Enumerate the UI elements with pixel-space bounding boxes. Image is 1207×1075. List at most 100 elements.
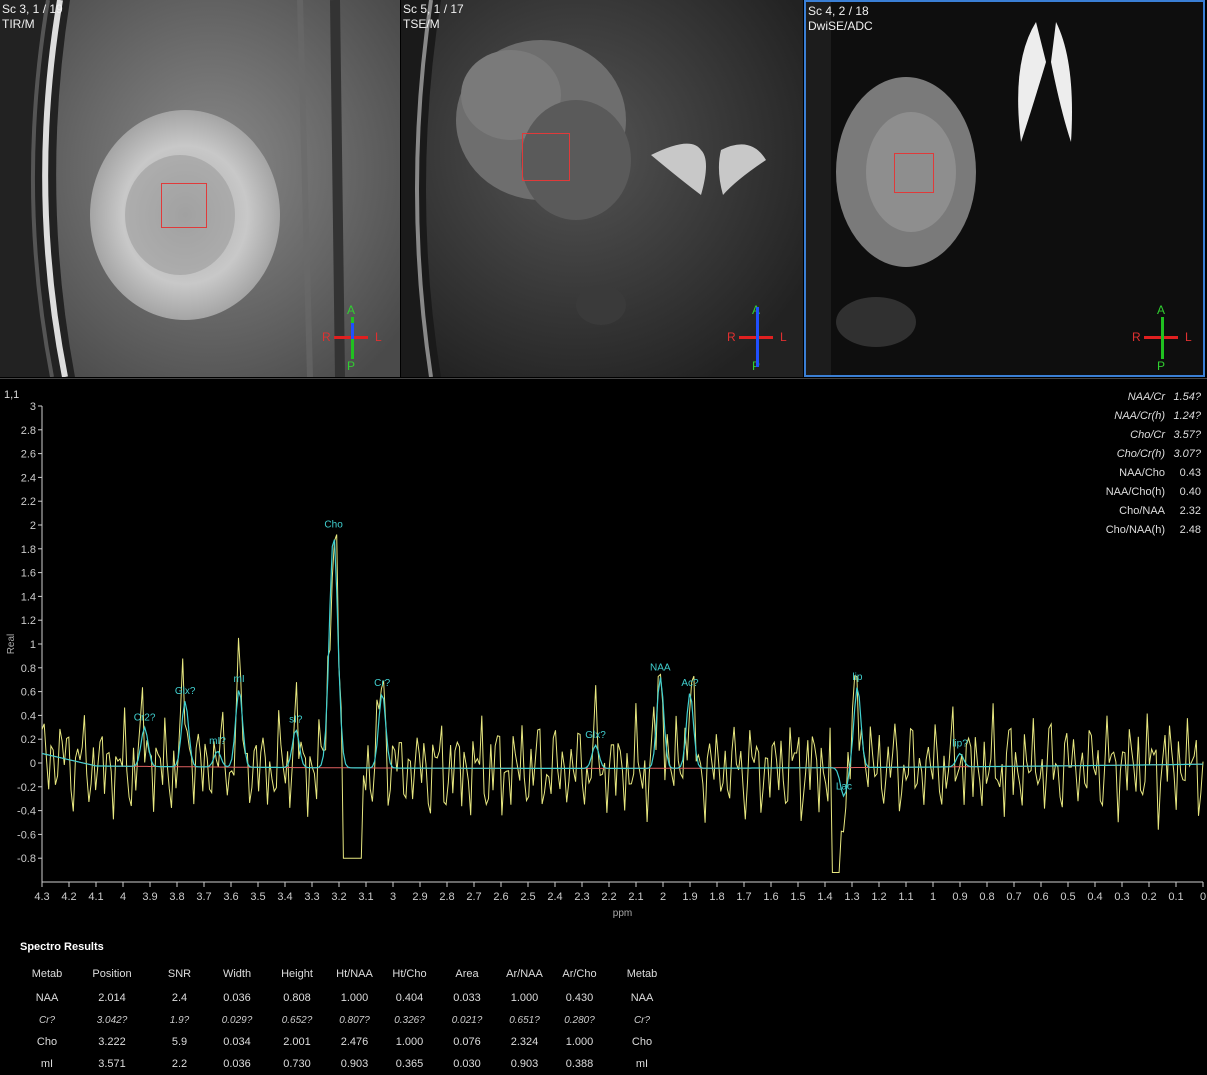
peak-label[interactable]: Ac?: [681, 678, 699, 689]
x-tick-label: 0.1: [1168, 891, 1183, 903]
orient-right: R: [1132, 330, 1141, 344]
y-tick-label: 2.2: [21, 496, 36, 508]
spectrum-plot[interactable]: 1,1 3 2.8 2.6 2.4 2.2 2 1.8 1.6 1.4 1.2 1 0.8 0.6 0.4…: [0, 380, 1207, 920]
ratio-name: NAA/Cr(h): [1114, 410, 1165, 422]
x-tick-label: 1.4: [817, 891, 832, 903]
table-cell: 0.652?: [281, 1014, 313, 1026]
ratio-list: NAA/Cr 1.54? NAA/Cr(h) 1.24? Cho/Cr 3.57? Cho/…: [1075, 388, 1201, 540]
orientation-cross: A P R L: [322, 303, 382, 373]
viewer-sequence-label: TIR/M: [2, 17, 35, 31]
ratio-value: 2.32: [1179, 505, 1201, 517]
y-tick-label: 1.2: [21, 615, 36, 627]
table-cell: 0.388: [565, 1058, 594, 1070]
table-cell: 0.280?: [564, 1014, 595, 1026]
table-cell: 0.730: [283, 1058, 311, 1070]
x-tick-label: 2.7: [466, 891, 481, 903]
x-tick-label: 2.1: [628, 891, 643, 903]
peak-label[interactable]: lip: [852, 672, 862, 683]
x-tick-label: 1: [930, 891, 936, 903]
voxel-roi[interactable]: [161, 183, 207, 228]
x-tick-label: 2.4: [547, 891, 562, 903]
x-tick-label: 0.9: [952, 891, 967, 903]
table-cell: 0.034: [223, 1036, 251, 1048]
x-tick-label: 2.5: [520, 891, 535, 903]
y-tick-label: 0.8: [21, 663, 36, 675]
column-header: Width: [222, 968, 252, 980]
table-cell: 0.903: [510, 1058, 539, 1070]
viewer-series-label: Sc 3, 1 / 19: [2, 2, 63, 16]
x-tick-label: 1.1: [898, 891, 913, 903]
peak-label[interactable]: Cr2?: [134, 712, 156, 723]
ratio-value: 0.43: [1179, 467, 1201, 479]
table-cell: 0.365: [395, 1058, 424, 1070]
peak-label[interactable]: mI?: [209, 736, 226, 747]
x-tick-label: 0.2: [1141, 891, 1156, 903]
ratio-name: NAA/Cr: [1127, 391, 1165, 403]
table-cell: 0.029?: [221, 1014, 253, 1026]
x-tick-label: 3.4: [277, 891, 292, 903]
peak-label[interactable]: mI: [234, 674, 245, 685]
ratio-value: 1.24?: [1173, 410, 1201, 422]
y-tick-label: 2.4: [21, 472, 36, 484]
table-cell: 0.807?: [339, 1014, 370, 1026]
x-tick-label: 2.2: [601, 891, 616, 903]
ratio-value: 1.54?: [1173, 391, 1201, 403]
results-table: Metab Position SNR Width Height Ht/NAA Ht/Cho A…: [22, 967, 677, 1075]
orient-posterior: P: [1157, 359, 1166, 373]
viewer-tir[interactable]: Sc 3, 1 / 19 TIR/M A P R L: [0, 0, 400, 377]
table-cell: 0.036: [223, 1058, 251, 1070]
ratio-row: Cho/NAA(h) 2.48: [1075, 521, 1201, 540]
peak-label[interactable]: Cho: [324, 520, 343, 531]
y-tick-label: 0: [30, 758, 36, 770]
peak-label[interactable]: Cr?: [374, 678, 391, 689]
table-cell: 3.042?: [96, 1014, 128, 1026]
viewer-tse[interactable]: Sc 5, 1 / 17 TSE/M A P R L: [401, 0, 803, 377]
ratio-row: Cho/Cr 3.57?: [1075, 426, 1201, 445]
orient-v-axis: [1161, 317, 1164, 359]
y-tick-label: 2.8: [21, 425, 36, 437]
x-tick-label: 3.9: [142, 891, 157, 903]
y-tick-label: 0.6: [21, 687, 36, 699]
peak-label[interactable]: sI?: [289, 715, 303, 726]
column-header: Area: [455, 968, 479, 980]
table-cell: 1.000: [340, 992, 369, 1004]
orient-depth-axis: [351, 323, 354, 339]
column-header: Position: [92, 968, 132, 980]
x-tick-label: 4.3: [34, 891, 49, 903]
ratio-row: NAA/Cr(h) 1.24?: [1075, 407, 1201, 426]
y-tick-label: 2: [30, 520, 36, 532]
results-title: Spectro Results: [20, 941, 104, 953]
x-tick-label: 0.3: [1114, 891, 1129, 903]
x-tick-label: 1.3: [844, 891, 859, 903]
ratio-value: 3.07?: [1173, 448, 1201, 460]
orient-right: R: [727, 330, 736, 344]
table-cell: 0.903: [340, 1058, 369, 1070]
viewer-info: Sc 3, 1 / 19 TIR/M: [2, 2, 63, 32]
orient-right: R: [322, 330, 331, 344]
x-tick-label: 1.7: [736, 891, 751, 903]
y-tick-label: 1: [30, 639, 36, 651]
peak-label[interactable]: Glx?: [585, 730, 606, 741]
voxel-roi[interactable]: [522, 133, 570, 181]
x-tick-label: 3: [390, 891, 396, 903]
x-tick-label: 1.5: [790, 891, 805, 903]
orient-anterior: A: [1157, 303, 1166, 317]
x-tick-label: 1.6: [763, 891, 778, 903]
voxel-roi[interactable]: [894, 153, 934, 193]
orientation-cross: A P R L: [1132, 303, 1192, 373]
peak-label[interactable]: NAA: [650, 662, 671, 673]
viewer-adc[interactable]: Sc 4, 2 / 18 DwiSE/ADC A P R L: [804, 0, 1205, 377]
peak-label[interactable]: Lac: [836, 781, 852, 792]
peak-label[interactable]: lip?: [952, 738, 968, 749]
table-cell: 2.324: [510, 1036, 539, 1048]
table-cell: mI: [40, 1058, 54, 1070]
column-header: Height: [281, 968, 313, 980]
table-cell: NAA: [35, 992, 59, 1004]
viewer-info: Sc 5, 1 / 17 TSE/M: [403, 2, 464, 32]
table-cell: 3.571: [98, 1058, 126, 1070]
x-tick-label: 3.7: [196, 891, 211, 903]
table-cell: 0.430: [565, 992, 594, 1004]
peak-label[interactable]: Glx?: [175, 686, 196, 697]
table-cell: 0.404: [395, 992, 424, 1004]
table-cell: 0.651?: [509, 1014, 540, 1026]
